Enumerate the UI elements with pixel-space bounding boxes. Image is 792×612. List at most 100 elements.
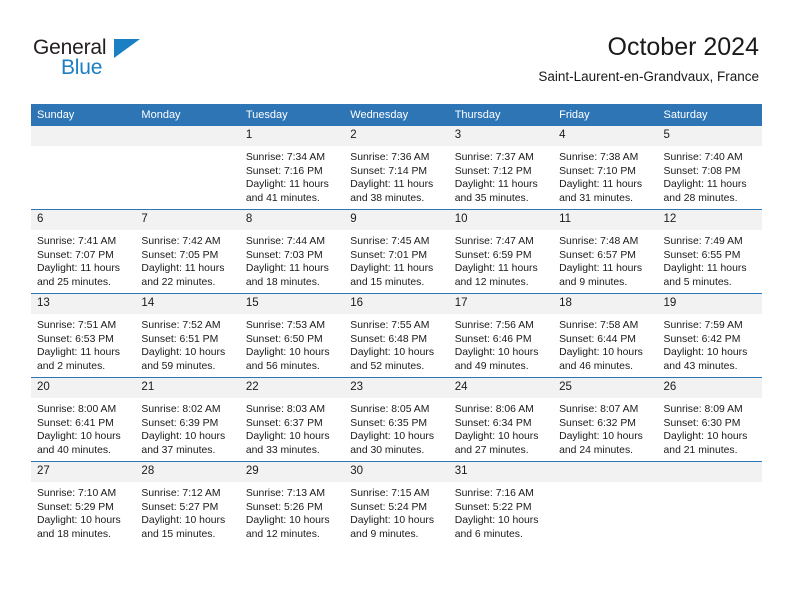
daylight-text-line2: and 56 minutes. bbox=[245, 360, 320, 372]
calendar-day-cell[interactable]: 10 Sunrise: 7:47 AM Sunset: 6:59 PM Dayligh… bbox=[448, 209, 554, 294]
calendar-day-cell[interactable]: 15 Sunrise: 7:53 AM Sunset: 6:50 PM Dayligh… bbox=[239, 293, 345, 378]
sunrise-text: Sunrise: 7:59 AM bbox=[663, 320, 743, 331]
calendar-day-cell[interactable]: 17 Sunrise: 7:56 AM Sunset: 6:46 PM Dayligh… bbox=[448, 293, 554, 378]
calendar-day-cell[interactable]: 1 Sunrise: 7:34 AM Sunset: 7:16 PM Daylight… bbox=[239, 126, 345, 210]
sunset-text: Sunset: 7:14 PM bbox=[350, 165, 428, 177]
sunset-text: Sunset: 6:32 PM bbox=[559, 417, 636, 429]
daylight-text-line1: Daylight: 11 hours bbox=[37, 263, 120, 275]
calendar-day-cell[interactable]: 19 Sunrise: 7:59 AM Sunset: 6:42 PM Dayligh… bbox=[657, 293, 762, 378]
calendar-day-cell[interactable]: 25 Sunrise: 8:07 AM Sunset: 6:32 PM Dayligh… bbox=[553, 377, 658, 462]
sunset-text: Sunset: 5:24 PM bbox=[350, 501, 428, 513]
weekday-header-saturday: Saturday bbox=[657, 104, 762, 126]
day-details: Sunrise: 7:55 AM Sunset: 6:48 PM Daylight:… bbox=[344, 314, 448, 373]
day-details: Sunrise: 7:56 AM Sunset: 6:46 PM Daylight:… bbox=[449, 314, 553, 373]
calendar-day-cell[interactable]: 7 Sunrise: 7:42 AM Sunset: 7:05 PM Daylight… bbox=[135, 209, 240, 294]
daylight-text-line1: Daylight: 10 hours bbox=[37, 515, 121, 527]
day-details: Sunrise: 7:38 AM Sunset: 7:10 PM Daylight:… bbox=[553, 146, 657, 205]
calendar-day-cell[interactable]: 4 Sunrise: 7:38 AM Sunset: 7:10 PM Daylight… bbox=[553, 126, 658, 210]
daylight-text-line2: and 31 minutes. bbox=[559, 192, 634, 204]
day-number: 17 bbox=[448, 294, 554, 314]
calendar-day-cell[interactable]: 21 Sunrise: 8:02 AM Sunset: 6:39 PM Dayligh… bbox=[135, 377, 240, 462]
day-number: 18 bbox=[553, 294, 658, 314]
calendar-day-cell[interactable]: 9 Sunrise: 7:45 AM Sunset: 7:01 PM Daylight… bbox=[344, 209, 449, 294]
calendar-day-cell[interactable]: 13 Sunrise: 7:51 AM Sunset: 6:53 PM Dayligh… bbox=[31, 293, 136, 378]
calendar-day-cell[interactable]: 30 Sunrise: 7:15 AM Sunset: 5:24 PM Dayligh… bbox=[344, 461, 449, 545]
daylight-text-line2: and 38 minutes. bbox=[350, 192, 425, 204]
calendar-page: General Blue October 2024 Saint-Laurent-… bbox=[0, 0, 792, 612]
day-number: 19 bbox=[657, 294, 762, 314]
day-number: 10 bbox=[448, 210, 554, 230]
logo-triangle-icon bbox=[114, 39, 140, 58]
sunset-text: Sunset: 5:26 PM bbox=[245, 501, 323, 513]
calendar-day-cell[interactable]: 29 Sunrise: 7:13 AM Sunset: 5:26 PM Dayligh… bbox=[239, 461, 345, 545]
daylight-text-line1: Daylight: 11 hours bbox=[454, 179, 538, 191]
day-number: 23 bbox=[344, 378, 449, 398]
calendar-day-cell[interactable]: 28 Sunrise: 7:12 AM Sunset: 5:27 PM Dayligh… bbox=[135, 461, 240, 545]
calendar-day-cell[interactable]: 27 Sunrise: 7:10 AM Sunset: 5:29 PM Dayligh… bbox=[31, 461, 136, 545]
daylight-text-line1: Daylight: 10 hours bbox=[454, 347, 539, 359]
calendar-day-cell[interactable]: 5 Sunrise: 7:40 AM Sunset: 7:08 PM Daylight… bbox=[657, 126, 762, 210]
daylight-text-line2: and 22 minutes. bbox=[141, 276, 216, 288]
daylight-text-line2: and 25 minutes. bbox=[37, 276, 111, 288]
daylight-text-line1: Daylight: 10 hours bbox=[141, 515, 226, 527]
day-details: Sunrise: 8:02 AM Sunset: 6:39 PM Daylight:… bbox=[135, 398, 239, 457]
daylight-text-line1: Daylight: 11 hours bbox=[559, 263, 643, 275]
calendar-day-cell[interactable]: 18 Sunrise: 7:58 AM Sunset: 6:44 PM Dayligh… bbox=[553, 293, 658, 378]
day-number: 16 bbox=[344, 294, 449, 314]
day-details: Sunrise: 7:36 AM Sunset: 7:14 PM Daylight:… bbox=[344, 146, 448, 205]
day-details: Sunrise: 7:48 AM Sunset: 6:57 PM Daylight:… bbox=[553, 230, 657, 289]
weekday-header-sunday: Sunday bbox=[31, 104, 136, 126]
calendar-day-cell[interactable]: 11 Sunrise: 7:48 AM Sunset: 6:57 PM Dayligh… bbox=[553, 209, 658, 294]
daylight-text-line1: Daylight: 10 hours bbox=[245, 347, 330, 359]
day-number bbox=[31, 126, 136, 146]
sunset-text: Sunset: 7:07 PM bbox=[37, 249, 114, 261]
day-details: Sunrise: 7:51 AM Sunset: 6:53 PM Daylight:… bbox=[31, 314, 135, 373]
daylight-text-line1: Daylight: 11 hours bbox=[454, 263, 538, 275]
calendar-day-cell[interactable]: 16 Sunrise: 7:55 AM Sunset: 6:48 PM Dayligh… bbox=[344, 293, 449, 378]
daylight-text-line2: and 30 minutes. bbox=[350, 444, 425, 456]
daylight-text-line1: Daylight: 10 hours bbox=[245, 515, 330, 527]
calendar-day-cell[interactable]: 12 Sunrise: 7:49 AM Sunset: 6:55 PM Dayligh… bbox=[657, 209, 762, 294]
sunrise-text: Sunrise: 7:38 AM bbox=[559, 152, 639, 163]
sunset-text: Sunset: 6:30 PM bbox=[663, 417, 741, 429]
day-number: 30 bbox=[344, 462, 449, 482]
calendar-day-cell[interactable]: 20 Sunrise: 8:00 AM Sunset: 6:41 PM Dayligh… bbox=[31, 377, 136, 462]
sunset-text: Sunset: 6:37 PM bbox=[245, 417, 323, 429]
sunrise-text: Sunrise: 7:41 AM bbox=[37, 236, 117, 247]
day-number: 25 bbox=[553, 378, 658, 398]
daylight-text-line1: Daylight: 10 hours bbox=[454, 515, 539, 527]
daylight-text-line1: Daylight: 10 hours bbox=[350, 347, 435, 359]
day-details: Sunrise: 7:13 AM Sunset: 5:26 PM Daylight:… bbox=[240, 482, 344, 541]
day-details: Sunrise: 7:40 AM Sunset: 7:08 PM Daylight:… bbox=[658, 146, 762, 205]
day-number: 20 bbox=[31, 378, 136, 398]
sunset-text: Sunset: 5:22 PM bbox=[454, 501, 532, 513]
day-number: 22 bbox=[239, 378, 345, 398]
calendar-day-cell[interactable]: 23 Sunrise: 8:05 AM Sunset: 6:35 PM Dayligh… bbox=[344, 377, 449, 462]
calendar-day-cell[interactable]: 14 Sunrise: 7:52 AM Sunset: 6:51 PM Dayligh… bbox=[135, 293, 240, 378]
sunrise-text: Sunrise: 8:00 AM bbox=[37, 404, 117, 415]
day-details: Sunrise: 7:16 AM Sunset: 5:22 PM Daylight:… bbox=[449, 482, 553, 541]
calendar-day-cell[interactable]: 26 Sunrise: 8:09 AM Sunset: 6:30 PM Dayligh… bbox=[657, 377, 762, 462]
calendar-day-cell[interactable]: 3 Sunrise: 7:37 AM Sunset: 7:12 PM Daylight… bbox=[448, 126, 554, 210]
calendar-day-cell[interactable]: 22 Sunrise: 8:03 AM Sunset: 6:37 PM Dayligh… bbox=[239, 377, 345, 462]
calendar-day-cell[interactable]: 6 Sunrise: 7:41 AM Sunset: 7:07 PM Daylight… bbox=[31, 209, 136, 294]
daylight-text-line1: Daylight: 11 hours bbox=[245, 263, 329, 275]
calendar-day-cell[interactable]: 8 Sunrise: 7:44 AM Sunset: 7:03 PM Daylight… bbox=[239, 209, 345, 294]
sunrise-text: Sunrise: 7:36 AM bbox=[350, 152, 430, 163]
sunset-text: Sunset: 6:44 PM bbox=[559, 333, 636, 345]
page-header: General Blue October 2024 Saint-Laurent-… bbox=[0, 0, 792, 104]
sunset-text: Sunset: 5:29 PM bbox=[37, 501, 114, 513]
day-details: Sunrise: 7:10 AM Sunset: 5:29 PM Daylight:… bbox=[31, 482, 135, 541]
day-number: 29 bbox=[239, 462, 345, 482]
daylight-text-line2: and 21 minutes. bbox=[663, 444, 738, 456]
daylight-text-line2: and 33 minutes. bbox=[245, 444, 320, 456]
daylight-text-line1: Daylight: 10 hours bbox=[559, 431, 643, 443]
calendar-day-cell[interactable]: 31 Sunrise: 7:16 AM Sunset: 5:22 PM Dayligh… bbox=[448, 461, 554, 545]
sunset-text: Sunset: 6:59 PM bbox=[454, 249, 532, 261]
weekday-header-friday: Friday bbox=[553, 104, 658, 126]
day-details: Sunrise: 8:00 AM Sunset: 6:41 PM Daylight:… bbox=[31, 398, 135, 457]
daylight-text-line2: and 37 minutes. bbox=[141, 444, 216, 456]
daylight-text-line2: and 15 minutes. bbox=[141, 528, 216, 540]
calendar-day-cell[interactable]: 24 Sunrise: 8:06 AM Sunset: 6:34 PM Dayligh… bbox=[448, 377, 554, 462]
calendar-day-cell[interactable]: 2 Sunrise: 7:36 AM Sunset: 7:14 PM Daylight… bbox=[344, 126, 449, 210]
